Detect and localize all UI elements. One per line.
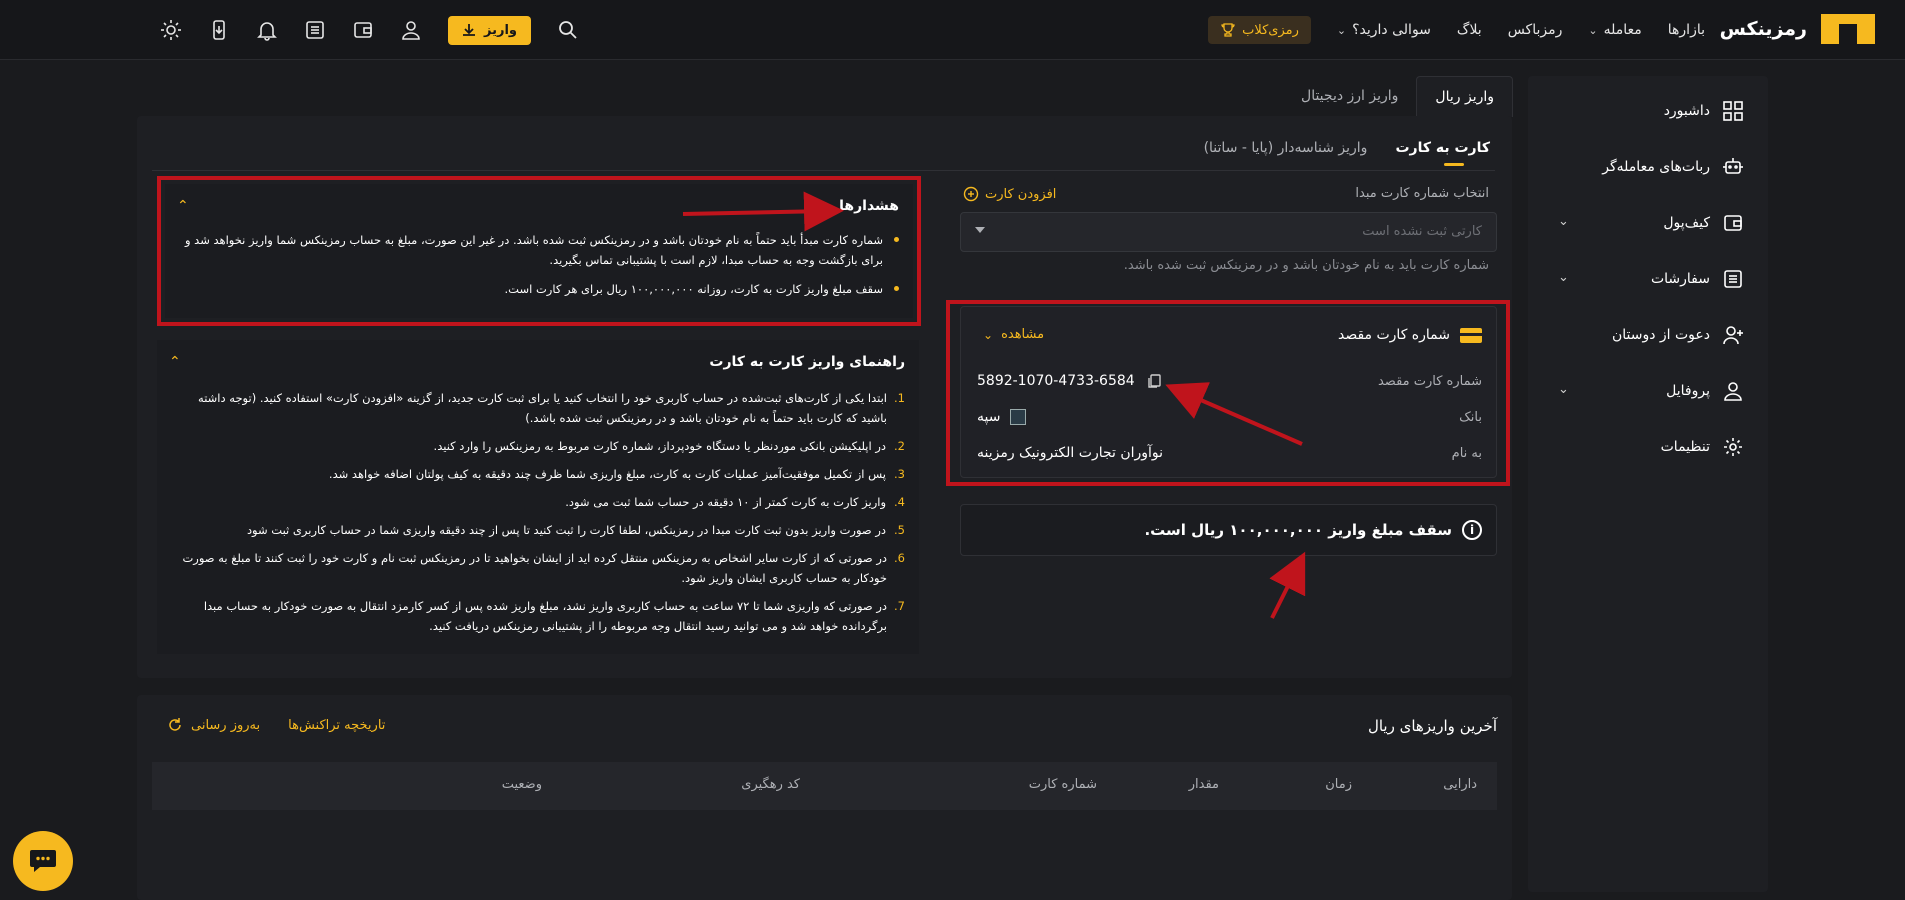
tab-crypto-deposit[interactable]: واریز ارز دیجیتال bbox=[1283, 76, 1416, 117]
transaction-history-link[interactable]: تاریخچه تراکنش‌ها bbox=[288, 717, 385, 733]
nav-markets[interactable]: بازارها bbox=[1668, 22, 1705, 38]
deposit-button[interactable]: واریز bbox=[448, 15, 531, 45]
club-button[interactable]: رمزی‌کلاب bbox=[1208, 16, 1311, 44]
user-profile-icon bbox=[1724, 382, 1742, 401]
wallet-icon[interactable] bbox=[352, 19, 374, 41]
add-user-icon bbox=[1723, 326, 1743, 345]
chevron-down-icon: ⌄ bbox=[1588, 23, 1598, 37]
tab-card-to-card[interactable]: کارت به کارت bbox=[1395, 140, 1490, 166]
support-chat-button[interactable] bbox=[13, 831, 73, 891]
guide-panel: راهنمای واریز کارت به کارت ⌃ 1. ابتدا یکی… bbox=[157, 340, 919, 654]
top-header: رمزینکس بازارها معامله ⌄ رمزباکس بلاگ سوا… bbox=[0, 0, 1905, 60]
list-item: 5. در صورت واریز بدون ثبت کارت مبدا در رم… bbox=[246, 523, 905, 537]
theme-toggle-sun-icon[interactable] bbox=[160, 19, 182, 41]
source-card-select[interactable]: کارتی ثبت نشده است bbox=[960, 212, 1497, 252]
mobile-app-icon[interactable] bbox=[208, 19, 230, 41]
sidebar-item-orders[interactable]: سفارشات bbox=[1651, 268, 1744, 290]
annotation-box-warnings bbox=[157, 176, 921, 326]
chevron-down-icon[interactable]: ⌄ bbox=[1558, 214, 1569, 229]
chevron-down-icon[interactable]: ⌄ bbox=[1558, 382, 1569, 397]
chevron-down-icon bbox=[975, 227, 985, 233]
recent-deposits-actions: تاریخچه تراکنش‌ها به‌روز رسانی bbox=[167, 717, 385, 733]
source-card-placeholder: کارتی ثبت نشده است bbox=[1362, 224, 1482, 239]
deposit-method-tabs: کارت به کارت واریز شناسه‌دار (پایا - سات… bbox=[1204, 140, 1490, 166]
list-item: 2. در اپلیکیشن بانکی موردنظر یا دستگاه خو… bbox=[433, 439, 905, 453]
trophy-icon bbox=[1221, 23, 1235, 37]
add-card-button[interactable]: افزودن کارت bbox=[963, 186, 1056, 202]
robot-icon bbox=[1723, 158, 1743, 174]
chat-bubble-icon bbox=[30, 850, 56, 872]
deposit-limit-notice: i سقف مبلغ واریز ۱۰۰,۰۰۰,۰۰۰ ریال است. bbox=[960, 504, 1497, 556]
info-icon: i bbox=[1462, 520, 1482, 540]
logo[interactable]: رمزینکس bbox=[1720, 14, 1875, 44]
table-header: دارایی زمان مقدار شماره کارت کد رهگیری و… bbox=[152, 762, 1497, 810]
tabs-divider bbox=[152, 170, 1495, 171]
guide-list: 1. ابتدا یکی از کارت‌های ثبت‌شده در حساب … bbox=[170, 388, 905, 644]
column-header: زمان bbox=[1325, 777, 1352, 792]
list-item: 3. پس از تکمیل موفقیت‌آمیز عملیات کارت به… bbox=[328, 467, 905, 481]
column-header: مقدار bbox=[1188, 777, 1219, 792]
list-item: 4. واریز کارت به کارت کمتر از ۱۰ دقیقه در… bbox=[565, 495, 905, 509]
sidebar-item-profile[interactable]: پروفایل bbox=[1666, 380, 1744, 402]
chevron-down-icon[interactable]: ⌄ bbox=[1558, 270, 1569, 285]
sidebar: داشبورد ربات‌های معامله‌گر کیف‌پول ⌄ سفا… bbox=[1528, 76, 1768, 892]
logo-text: رمزینکس bbox=[1719, 18, 1807, 40]
logo-mark-icon bbox=[1821, 14, 1875, 44]
source-card-label: انتخاب شماره کارت مبدا bbox=[1355, 186, 1489, 201]
list-item: 6. در صورتی که از کارت سایر اشخاص به رمزی… bbox=[182, 551, 905, 585]
deposit-tabs: واریز ریال واریز ارز دیجیتال bbox=[1283, 76, 1513, 117]
sidebar-item-invite[interactable]: دعوت از دوستان bbox=[1612, 324, 1744, 346]
source-card-hint: شماره کارت باید به نام خودتان باشد و در … bbox=[1123, 258, 1489, 273]
main-nav: بازارها معامله ⌄ رمزباکس بلاگ سوالی دارید… bbox=[1208, 0, 1705, 60]
tab-rial-deposit[interactable]: واریز ریال bbox=[1416, 76, 1513, 117]
search-icon[interactable] bbox=[557, 19, 579, 41]
plus-circle-icon bbox=[963, 186, 979, 202]
orders-list-icon[interactable] bbox=[304, 19, 326, 41]
orders-list-icon bbox=[1724, 270, 1742, 288]
guide-title: راهنمای واریز کارت به کارت bbox=[709, 354, 905, 370]
tab-id-deposit[interactable]: واریز شناسه‌دار (پایا - ساتنا) bbox=[1204, 140, 1368, 166]
download-icon bbox=[463, 24, 475, 36]
column-header: کد رهگیری bbox=[741, 777, 800, 792]
column-header: دارایی bbox=[1443, 777, 1477, 792]
sidebar-item-bots[interactable]: ربات‌های معامله‌گر bbox=[1602, 156, 1744, 178]
list-item: 7. در صورتی که واریزی شما تا ۷۲ ساعت به ح… bbox=[203, 599, 905, 633]
recent-deposits-panel: آخرین واریزهای ریال تاریخچه تراکنش‌ها به… bbox=[137, 695, 1512, 900]
notification-bell-icon[interactable] bbox=[256, 19, 278, 41]
sidebar-item-dashboard[interactable]: داشبورد bbox=[1664, 100, 1744, 122]
wallet-icon bbox=[1724, 215, 1742, 231]
column-header: شماره کارت bbox=[1028, 777, 1097, 792]
dashboard-grid-icon bbox=[1723, 101, 1743, 121]
nav-blog[interactable]: بلاگ bbox=[1457, 22, 1482, 38]
refresh-button[interactable]: به‌روز رسانی bbox=[167, 717, 260, 733]
user-profile-icon[interactable] bbox=[400, 19, 422, 41]
refresh-icon bbox=[169, 718, 181, 731]
list-item: 1. ابتدا یکی از کارت‌های ثبت‌شده در حساب … bbox=[198, 391, 905, 425]
recent-deposits-title: آخرین واریزهای ریال bbox=[1367, 717, 1497, 735]
nav-ramzbox[interactable]: رمزباکس bbox=[1508, 22, 1563, 38]
nav-trade[interactable]: معامله ⌄ bbox=[1588, 22, 1641, 38]
chevron-down-icon: ⌄ bbox=[1336, 23, 1347, 37]
chevron-up-icon[interactable]: ⌃ bbox=[169, 354, 181, 370]
column-header: وضعیت bbox=[501, 777, 542, 792]
sidebar-item-wallet[interactable]: کیف‌پول bbox=[1663, 212, 1744, 234]
sidebar-item-settings[interactable]: تنظیمات bbox=[1661, 436, 1744, 458]
annotation-box-destination bbox=[946, 300, 1510, 486]
gear-icon bbox=[1724, 438, 1742, 456]
nav-faq[interactable]: سوالی دارید؟ ⌄ bbox=[1337, 22, 1431, 38]
header-tools: واریز bbox=[160, 0, 579, 60]
